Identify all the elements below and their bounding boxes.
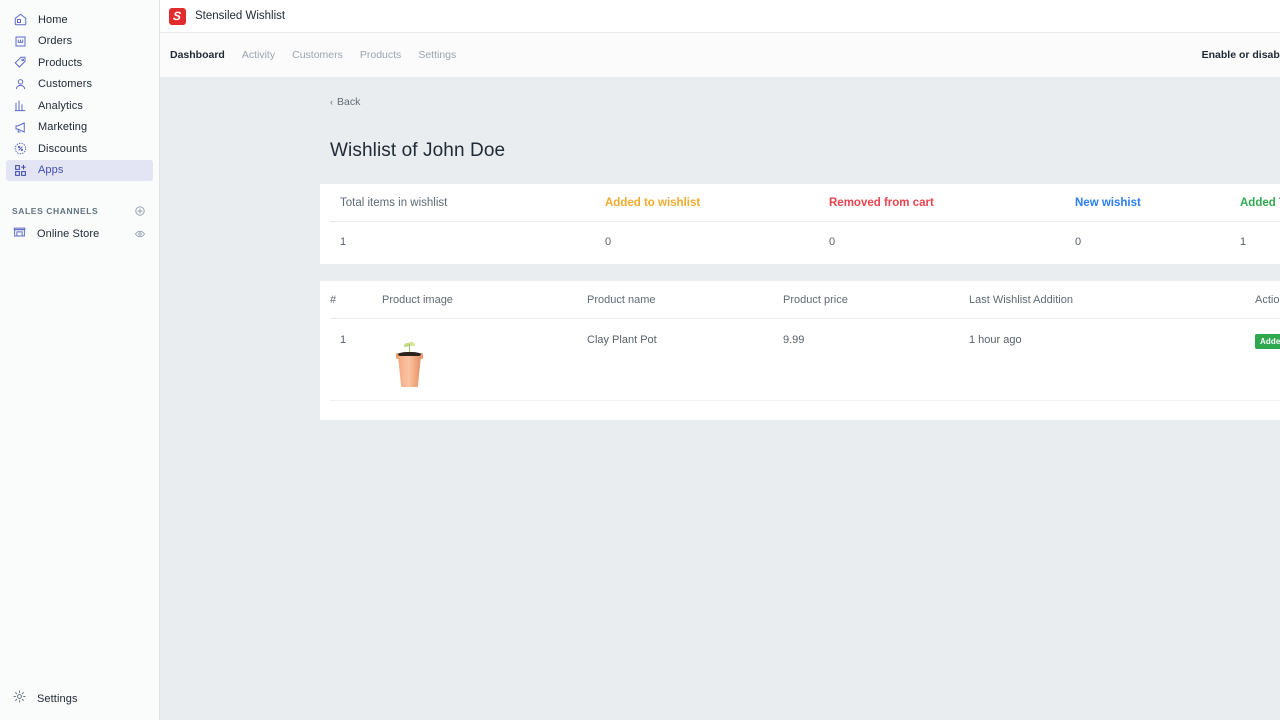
stats-value-row: 1 0 0 0 1 — [330, 222, 1280, 265]
products-col-action-type: Action Type — [1255, 281, 1280, 319]
products-col-image: Product image — [382, 281, 587, 319]
page-title: Wishlist of John Doe — [160, 110, 1280, 162]
sidebar-item-label: Apps — [38, 164, 63, 176]
sidebar-item-label: Analytics — [38, 100, 83, 112]
wishlist-toggle-group: Enable or disable wishlist Enabled — [1202, 44, 1280, 66]
page-area: ‹ Back Wishlist of John Doe Total items … — [160, 78, 1280, 720]
clay-plant-pot-thumbnail — [382, 340, 444, 396]
row-product-price: 9.99 — [783, 319, 969, 401]
sidebar-item-marketing[interactable]: Marketing — [6, 117, 153, 138]
chevron-left-icon: ‹ — [330, 97, 333, 107]
eye-icon[interactable] — [134, 228, 146, 240]
apps-icon — [12, 162, 28, 178]
products-col-price: Product price — [783, 281, 969, 319]
section-divider — [320, 264, 1280, 281]
sidebar-item-analytics[interactable]: Analytics — [6, 95, 153, 116]
stats-value-removed: 0 — [829, 222, 1075, 265]
sidebar-item-products[interactable]: Products — [6, 52, 153, 73]
row-product-name: Clay Plant Pot — [587, 319, 783, 401]
sidebar-item-label: Products — [38, 57, 82, 69]
sidebar-item-label: Online Store — [37, 228, 99, 240]
discount-icon — [12, 141, 28, 157]
stats-col-added: Added to wishlist — [605, 184, 829, 222]
sales-channels-header: SALES CHANNELS — [0, 203, 159, 219]
sidebar-item-online-store[interactable]: Online Store — [6, 224, 153, 245]
pot-body — [398, 356, 421, 387]
back-link[interactable]: ‹ Back — [330, 96, 360, 108]
sidebar-item-label: Orders — [38, 35, 72, 47]
status-badge: Added To Cart — [1255, 334, 1280, 349]
stats-col-removed: Removed from cart — [829, 184, 1075, 222]
products-col-index: # — [330, 281, 382, 319]
sidebar-item-label: Settings — [37, 693, 78, 705]
products-col-name: Product name — [587, 281, 783, 319]
row-action-type: Added To Cart — [1255, 319, 1280, 401]
sidebar-item-customers[interactable]: Customers — [6, 74, 153, 95]
row-product-image — [382, 319, 587, 401]
wishlist-toggle-label: Enable or disable wishlist — [1202, 49, 1280, 61]
plus-circle-icon[interactable] — [134, 205, 146, 217]
orders-icon — [12, 33, 28, 49]
tab-bar: Dashboard Activity Customers Products Se… — [160, 33, 1280, 78]
stats-col-total: Total items in wishlist — [330, 184, 605, 222]
sidebar-nav: Home Orders Products — [0, 0, 159, 181]
bar-chart-icon — [12, 98, 28, 114]
sidebar-item-label: Home — [38, 14, 68, 26]
sidebar: Home Orders Products — [0, 0, 160, 720]
back-row: ‹ Back — [160, 78, 1280, 110]
store-icon — [12, 224, 27, 244]
sidebar-item-apps[interactable]: Apps — [6, 160, 153, 181]
megaphone-icon — [12, 119, 28, 135]
card-footer — [330, 401, 1280, 420]
tab-settings[interactable]: Settings — [418, 49, 456, 61]
tag-icon — [12, 55, 28, 71]
stensiled-logo-icon: S — [169, 8, 186, 25]
content-card: Total items in wishlist Added to wishlis… — [320, 184, 1280, 420]
sidebar-item-discounts[interactable]: Discounts — [6, 138, 153, 159]
tab-activity[interactable]: Activity — [242, 49, 275, 61]
sidebar-item-home[interactable]: Home — [6, 9, 153, 30]
app-root: Home Orders Products — [0, 0, 1280, 720]
sidebar-item-label: Discounts — [38, 143, 87, 155]
stats-value-cart: 1 — [1240, 222, 1280, 265]
gear-icon — [12, 689, 27, 709]
tab-list: Dashboard Activity Customers Products Se… — [170, 49, 456, 61]
table-row: 1 Clay P — [330, 319, 1280, 401]
row-last-addition: 1 hour ago — [969, 319, 1255, 401]
sidebar-item-label: Customers — [38, 78, 92, 90]
sales-channels-title: SALES CHANNELS — [12, 206, 98, 216]
home-icon — [12, 12, 28, 28]
tab-products[interactable]: Products — [360, 49, 401, 61]
stats-header-row: Total items in wishlist Added to wishlis… — [330, 184, 1280, 222]
stats-col-new: New wishist — [1075, 184, 1240, 222]
stats-value-total: 1 — [330, 222, 605, 265]
person-icon — [12, 76, 28, 92]
main-content: S Stensiled Wishlist by Vowel Web Dashbo… — [160, 0, 1280, 720]
back-label: Back — [337, 96, 360, 108]
stats-value-new: 0 — [1075, 222, 1240, 265]
tab-customers[interactable]: Customers — [292, 49, 343, 61]
row-index: 1 — [330, 319, 382, 401]
tab-dashboard[interactable]: Dashboard — [170, 49, 225, 61]
stats-table: Total items in wishlist Added to wishlis… — [330, 184, 1280, 264]
logo-glyph: S — [173, 10, 182, 22]
sidebar-item-settings[interactable]: Settings — [0, 678, 159, 720]
products-table: # Product image Product name Product pri… — [330, 281, 1280, 401]
products-header-row: # Product image Product name Product pri… — [330, 281, 1280, 319]
stats-col-cart: Added To Cart — [1240, 184, 1280, 222]
sidebar-item-label: Marketing — [38, 121, 87, 133]
app-bar: S Stensiled Wishlist by Vowel Web — [160, 0, 1280, 33]
stats-value-added: 0 — [605, 222, 829, 265]
products-col-last-addition: Last Wishlist Addition — [969, 281, 1255, 319]
app-title: Stensiled Wishlist — [195, 10, 285, 22]
sidebar-item-orders[interactable]: Orders — [6, 31, 153, 52]
